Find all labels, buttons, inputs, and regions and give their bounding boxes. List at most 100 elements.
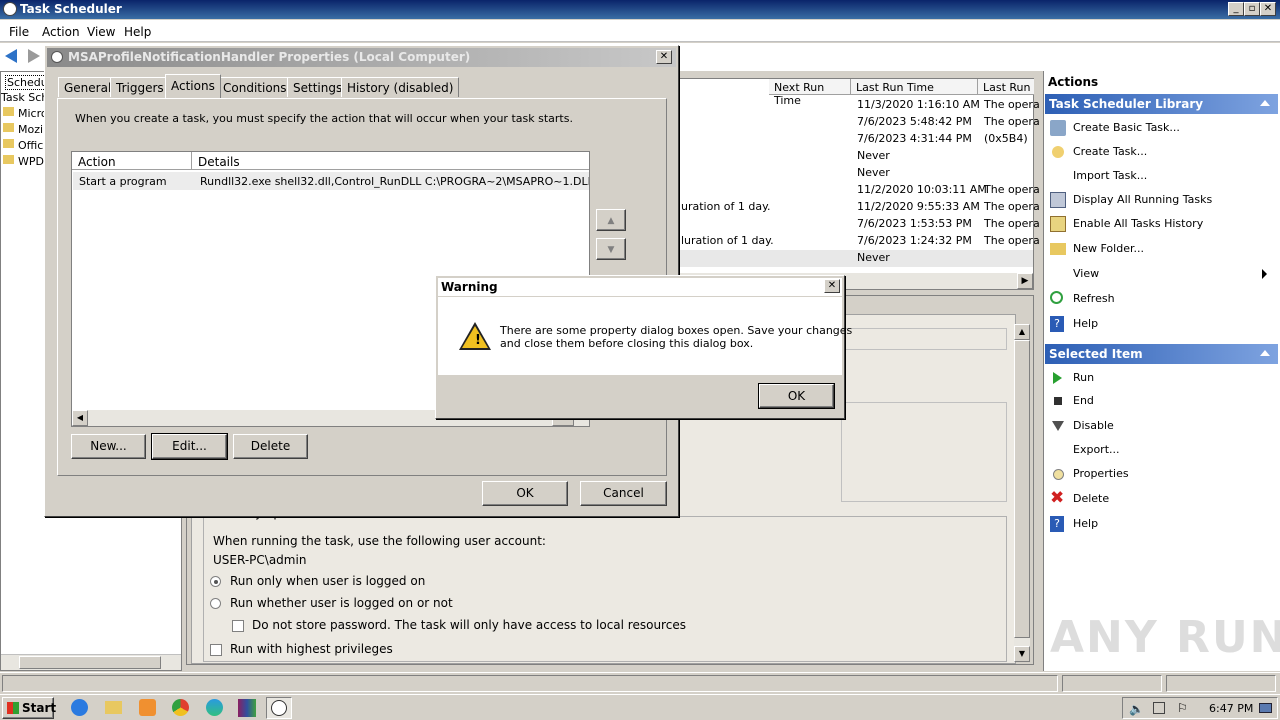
running-tasks-icon [1050, 192, 1066, 208]
window-title: Task Scheduler [20, 2, 122, 16]
tab-triggers[interactable]: Triggers [110, 77, 170, 97]
run-icon [1053, 372, 1062, 384]
vertical-scrollbar[interactable]: ▲ ▼ [1014, 324, 1030, 662]
action-help[interactable]: ? Help [1050, 313, 1275, 335]
warning-dialog: Warning ✕ ! There are some property dial… [435, 275, 852, 419]
action-delete[interactable]: ✖ Delete [1050, 488, 1275, 510]
selected-section-header[interactable]: Selected Item [1045, 344, 1278, 364]
minimize-button[interactable]: _ [1228, 2, 1244, 16]
properties-title: MSAProfileNotificationHandler Properties… [68, 50, 471, 64]
column-header-last-result[interactable]: Last Run F [978, 79, 1034, 95]
new-action-button[interactable]: New... [71, 434, 146, 459]
action-help-selected[interactable]: ? Help [1050, 513, 1275, 535]
clock-app-icon [51, 51, 63, 63]
help-icon: ? [1050, 516, 1064, 532]
action-import-task[interactable]: Import Task... [1050, 165, 1275, 187]
table-row[interactable]: 11/3/2020 1:16:10 AM The opera [679, 97, 1040, 114]
tab-conditions[interactable]: Conditions [217, 77, 293, 97]
warning-title-bar: Warning ✕ [438, 278, 842, 296]
properties-close-button[interactable]: ✕ [656, 50, 672, 64]
move-down-button[interactable]: ▼ [596, 238, 626, 260]
menu-file[interactable]: File [9, 25, 29, 39]
media-player-icon[interactable] [139, 699, 156, 716]
flag-icon[interactable]: ⚐ [1177, 701, 1188, 715]
column-header-action[interactable]: Action [72, 152, 192, 170]
action-disable[interactable]: Disable [1050, 415, 1275, 437]
table-row[interactable]: 7/6/2023 1:53:53 PM The opera [679, 216, 1040, 233]
close-button[interactable]: ✕ [1260, 2, 1276, 16]
history-icon [1050, 216, 1066, 232]
volume-icon[interactable]: 🔈 [1129, 702, 1144, 716]
table-row[interactable]: luration of 1 day. 7/6/2023 1:24:32 PM The… [679, 233, 1040, 250]
checkbox-highest-privileges[interactable] [210, 644, 222, 656]
tab-settings[interactable]: Settings [287, 77, 349, 97]
menu-action[interactable]: Action [42, 25, 80, 39]
clock-icon [1052, 146, 1064, 158]
column-header-last-run[interactable]: Last Run Time [851, 79, 978, 95]
action-export[interactable]: Export... [1050, 439, 1275, 461]
restore-button[interactable]: ▫ [1244, 2, 1260, 16]
tree-folder-wpd[interactable]: WPD [18, 155, 44, 168]
table-row-selected[interactable]: Never [679, 250, 1033, 267]
action-refresh[interactable]: Refresh [1050, 288, 1275, 310]
table-row[interactable]: 11/2/2020 10:03:11 AM The opera [679, 182, 1040, 199]
action-properties[interactable]: Properties [1050, 463, 1275, 485]
table-row-selected[interactable]: Start a program Rundll32.exe shell32.dll… [73, 172, 589, 190]
column-header-details[interactable]: Details [192, 152, 589, 170]
table-row[interactable]: 7/6/2023 4:31:44 PM (0x5B4) [679, 131, 1033, 148]
network-icon[interactable] [1153, 702, 1165, 714]
action-view[interactable]: View [1050, 263, 1275, 285]
folder-icon [3, 155, 14, 164]
action-display-running-tasks[interactable]: Display All Running Tasks [1050, 189, 1275, 211]
show-desktop-icon[interactable] [1259, 703, 1272, 713]
table-row[interactable]: 7/6/2023 5:48:42 PM The opera [679, 114, 1040, 131]
table-row[interactable]: Never [679, 148, 1033, 165]
folder-icon [1050, 243, 1066, 255]
tab-actions[interactable]: Actions [165, 74, 221, 98]
action-end[interactable]: End [1050, 390, 1275, 412]
delete-x-icon: ✖ [1050, 488, 1065, 508]
edit-action-button[interactable]: Edit... [151, 433, 228, 460]
radio-whether-logged-on[interactable] [210, 598, 221, 609]
main-title-bar: Task Scheduler _ ▫ ✕ [0, 0, 1280, 19]
action-enable-history[interactable]: Enable All Tasks History [1050, 213, 1275, 235]
menu-help[interactable]: Help [124, 25, 151, 39]
forward-arrow-icon[interactable] [28, 49, 40, 63]
ie-icon[interactable] [71, 699, 88, 716]
tab-history[interactable]: History (disabled) [341, 77, 460, 97]
watermark: ANY RUN [1050, 612, 1280, 663]
help-icon: ? [1050, 316, 1064, 332]
radio-logged-on[interactable] [210, 576, 221, 587]
folder-icon[interactable] [105, 701, 122, 714]
move-up-button[interactable]: ▲ [596, 209, 626, 231]
delete-action-button[interactable]: Delete [233, 434, 308, 459]
action-new-folder[interactable]: New Folder... [1050, 238, 1275, 260]
tab-general[interactable]: General [58, 77, 118, 97]
table-row[interactable]: Never [679, 165, 1033, 182]
properties-title-bar: MSAProfileNotificationHandler Properties… [47, 48, 676, 67]
action-create-basic-task[interactable]: Create Basic Task... [1050, 117, 1275, 139]
checkbox-no-store-password[interactable] [232, 620, 244, 632]
horizontal-scrollbar[interactable] [1, 654, 181, 670]
action-run[interactable]: Run [1050, 367, 1275, 389]
details-box [841, 402, 1007, 502]
chrome-icon[interactable] [172, 699, 189, 716]
properties-cancel-button[interactable]: Cancel [580, 481, 667, 506]
warning-close-button[interactable]: ✕ [824, 279, 840, 293]
table-row[interactable]: uration of 1 day. 11/2/2020 9:55:33 AM The… [679, 199, 1040, 216]
menu-view[interactable]: View [87, 25, 115, 39]
action-create-task[interactable]: Create Task... [1050, 141, 1275, 163]
menu-bar: File Action View Help [0, 20, 1280, 42]
status-bar [0, 672, 1280, 694]
warning-ok-button[interactable]: OK [758, 383, 835, 409]
edge-icon[interactable] [206, 699, 223, 716]
library-section-header[interactable]: Task Scheduler Library [1045, 94, 1278, 114]
winrar-icon[interactable] [238, 699, 256, 717]
start-button[interactable]: Start [2, 697, 56, 719]
task-scheduler-taskbar-button[interactable] [266, 697, 292, 719]
back-arrow-icon[interactable] [5, 49, 17, 63]
checkbox-highest-privileges-label: Run with highest privileges [230, 642, 393, 656]
column-header-next-run[interactable]: Next Run Time [769, 79, 851, 107]
properties-ok-button[interactable]: OK [482, 481, 568, 506]
system-tray: 🔈 ⚐ 6:47 PM [1122, 697, 1278, 719]
